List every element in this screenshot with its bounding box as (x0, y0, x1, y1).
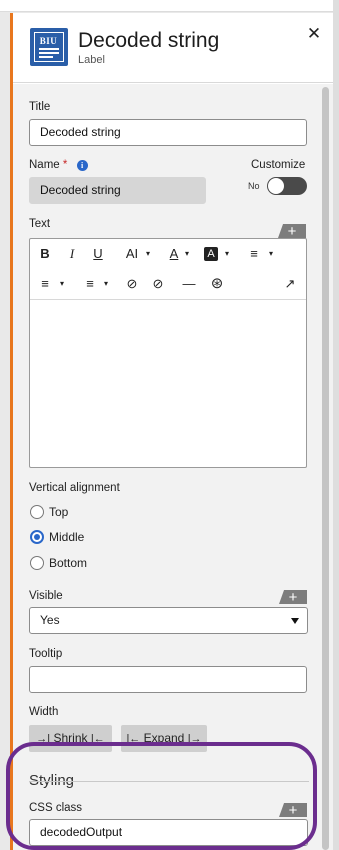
panel-title: Decoded string (78, 29, 220, 52)
radio-bottom[interactable] (30, 556, 44, 570)
chevron-down-icon[interactable]: ▾ (143, 245, 153, 263)
unlink-icon[interactable]: ⊘ (150, 275, 166, 293)
customize-toggle[interactable] (267, 177, 307, 195)
rich-text-editor: B I U AI ▾ A ▾ A ▾ ≡ ▾ ≡ ▾ ≡ ▾ ⊘ ⊘ — ⊛ ↗ (29, 238, 307, 468)
visible-select[interactable]: Yes (29, 607, 308, 634)
visible-add-button[interactable]: + (279, 590, 307, 604)
properties-panel: BIU Decoded string Label ✕ Title Decoded… (10, 13, 333, 850)
editor-content-area[interactable] (30, 300, 306, 467)
css-class-input[interactable]: decodedOutput (29, 819, 308, 846)
expand-label: Expand (143, 731, 185, 745)
shrink-right-icon: |← (90, 733, 105, 745)
editor-toolbar-row-2: ≡ ▾ ≡ ▾ ⊘ ⊘ — ⊛ ↗ (30, 269, 306, 299)
name-label: Name * i (29, 159, 88, 171)
title-label: Title (29, 101, 51, 113)
shrink-label: Shrink (53, 731, 88, 745)
app-root: BIU Decoded string Label ✕ Title Decoded… (0, 0, 339, 850)
title-input[interactable]: Decoded string (29, 119, 307, 146)
name-label-text: Name (29, 159, 60, 171)
chevron-down-icon[interactable]: ▾ (182, 245, 192, 263)
bold-icon[interactable]: B (38, 245, 52, 263)
close-icon[interactable]: ✕ (305, 25, 323, 43)
align-icon[interactable]: ≡ (82, 275, 98, 293)
label-icon-line (39, 56, 53, 58)
info-icon[interactable]: i (76, 160, 88, 171)
dropdown-arrow-icon (291, 618, 299, 624)
radio-top-label: Top (49, 505, 69, 519)
chevron-down-icon[interactable]: ▾ (57, 275, 67, 293)
shrink-button[interactable]: →| Shrink |← (29, 725, 112, 752)
expand-left-icon: |← (126, 733, 141, 745)
panel-header: BIU Decoded string Label ✕ (13, 13, 333, 83)
expand-right-icon: |→ (187, 733, 202, 745)
radio-bottom-label: Bottom (49, 556, 88, 570)
label-component-icon: BIU (30, 28, 68, 66)
link-icon[interactable]: ⊘ (124, 275, 140, 293)
panel-subtitle: Label (78, 54, 105, 66)
top-strip (0, 0, 333, 12)
highlight-color-icon[interactable]: A (204, 247, 218, 261)
italic-icon[interactable]: I (65, 245, 79, 263)
expand-button[interactable]: |← Expand |→ (121, 725, 207, 752)
font-size-icon[interactable]: AI (122, 245, 142, 263)
radio-middle[interactable] (30, 530, 44, 544)
toggle-knob (268, 178, 284, 194)
underline-icon[interactable]: U (91, 245, 105, 263)
customize-label: Customize (251, 159, 306, 171)
label-icon-line (39, 48, 59, 50)
right-gutter (333, 0, 339, 850)
chevron-down-icon[interactable]: ▾ (266, 245, 276, 263)
name-input: Decoded string (29, 177, 206, 204)
numbered-list-icon[interactable]: ≡ (246, 245, 262, 263)
editor-toolbar-row-1: B I U AI ▾ A ▾ A ▾ ≡ ▾ (30, 239, 306, 269)
panel-body: Title Decoded string Name * i Customize … (13, 84, 333, 850)
tooltip-input[interactable] (29, 666, 307, 693)
vertical-alignment-label: Vertical alignment (29, 482, 120, 494)
accessibility-icon[interactable]: ⊛ (209, 275, 225, 293)
scrollbar-thumb[interactable] (322, 87, 329, 850)
shrink-left-icon: →| (36, 733, 51, 745)
visible-label: Visible (29, 590, 63, 602)
css-class-label: CSS class (29, 802, 83, 814)
label-icon-line (39, 52, 59, 54)
tooltip-label: Tooltip (29, 648, 63, 660)
text-add-button[interactable]: + (278, 224, 306, 238)
horizontal-rule-icon[interactable]: — (181, 275, 197, 293)
scrollbar[interactable] (321, 87, 330, 850)
popout-icon[interactable]: ↗ (282, 275, 298, 293)
visible-select-value: Yes (40, 613, 60, 627)
label-icon-frame: BIU (34, 32, 64, 62)
bullet-list-icon[interactable]: ≡ (37, 275, 53, 293)
font-color-icon[interactable]: A (167, 245, 181, 263)
chevron-down-icon[interactable]: ▾ (222, 245, 232, 263)
radio-top[interactable] (30, 505, 44, 519)
customize-toggle-state: No (248, 181, 260, 191)
chevron-down-icon[interactable]: ▾ (101, 275, 111, 293)
css-class-add-button[interactable]: + (279, 803, 307, 817)
label-icon-text: BIU (39, 36, 58, 46)
styling-divider (29, 781, 309, 782)
text-label: Text (29, 218, 51, 230)
required-marker: * (62, 159, 68, 171)
radio-middle-label: Middle (49, 530, 85, 544)
width-label: Width (29, 706, 59, 718)
